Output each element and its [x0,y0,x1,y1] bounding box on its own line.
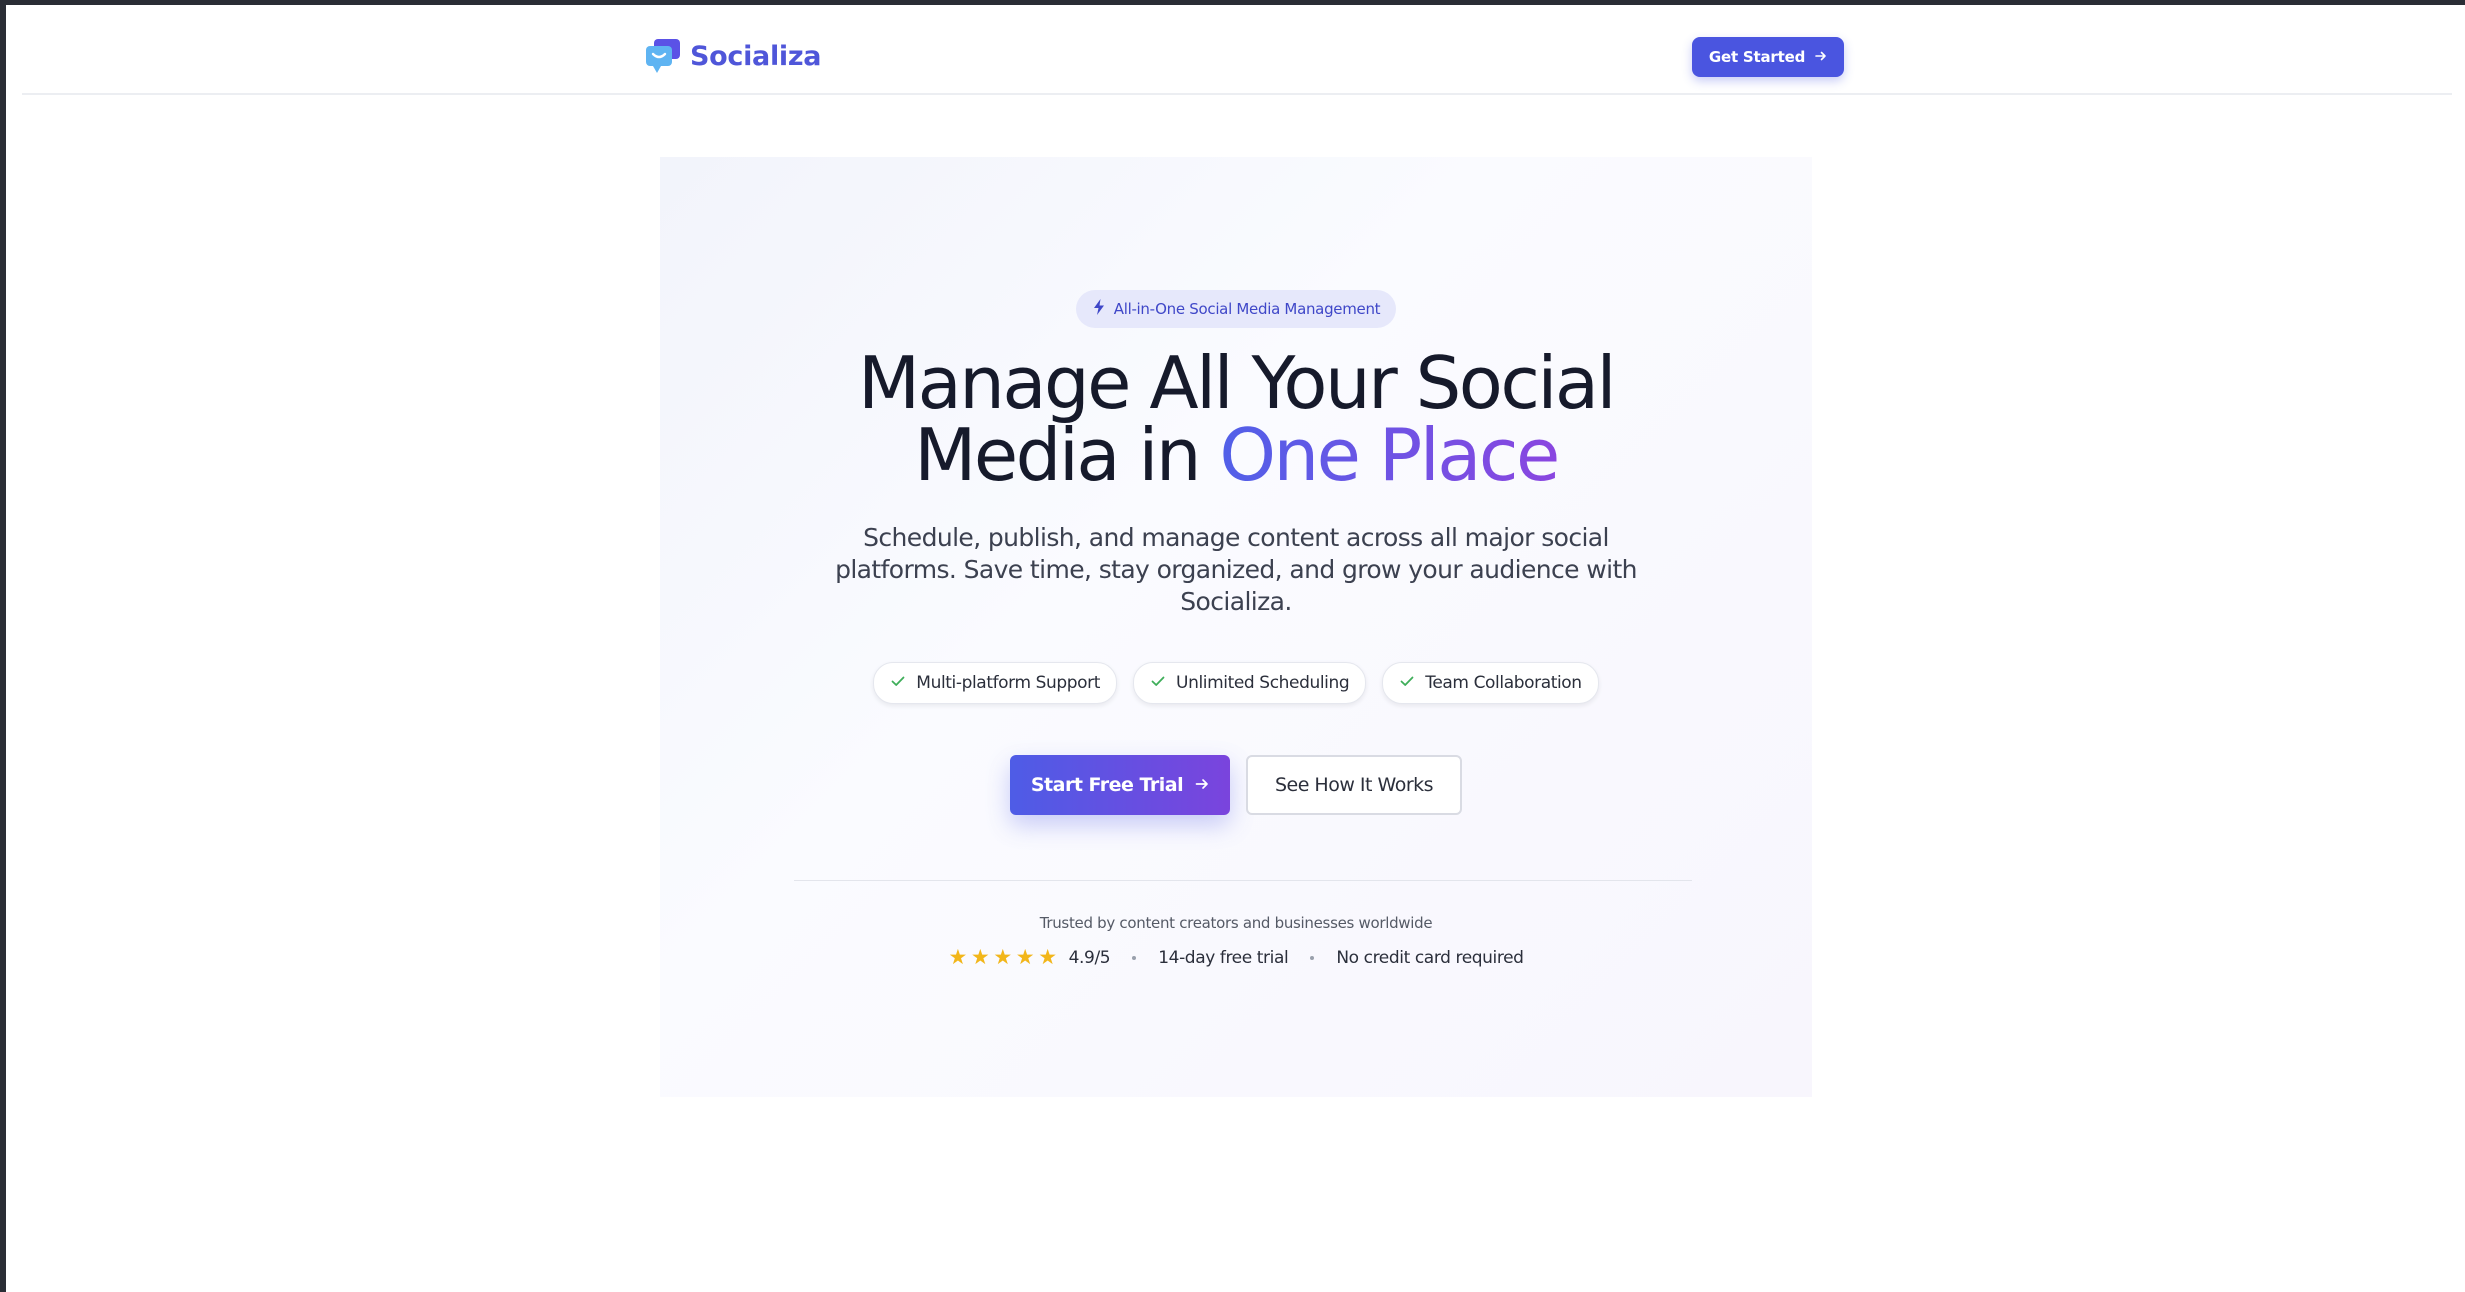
arrow-right-icon [1195,774,1209,796]
see-how-it-works-button[interactable]: See How It Works [1246,755,1462,815]
chat-bubbles-icon [644,37,682,75]
no-card-text: No credit card required [1336,947,1524,968]
feature-label: Unlimited Scheduling [1176,673,1350,693]
browser-viewport: Socializa Get Started All-in-One Social … [6,5,2465,1292]
star-icon: ★ [970,945,990,969]
hero-subtext: Schedule, publish, and manage content ac… [835,523,1637,616]
check-icon [890,673,906,694]
feature-chip: Unlimited Scheduling [1133,662,1367,704]
trust-stats: ★ ★ ★ ★ ★ 4.9/5 14-day free trial No cre… [660,947,1812,968]
feature-chip: Team Collaboration [1382,662,1599,704]
start-free-trial-button[interactable]: Start Free Trial [1010,755,1230,815]
section-divider [794,880,1692,881]
separator-dot [1310,955,1315,960]
feature-label: Multi-platform Support [916,673,1101,693]
hero-badge: All-in-One Social Media Management [1076,290,1396,328]
rating-stars: ★ ★ ★ ★ ★ [948,945,1057,969]
start-free-trial-label: Start Free Trial [1030,774,1184,796]
check-icon [1150,673,1166,694]
hero-section: All-in-One Social Media Management Manag… [660,157,1812,1097]
hero-badge-text: All-in-One Social Media Management [1113,300,1381,318]
lightning-icon [1092,298,1106,320]
check-icon [1399,673,1415,694]
feature-label: Team Collaboration [1425,673,1582,693]
brand-logo[interactable]: Socializa [644,37,822,75]
separator-dot [1132,955,1137,960]
feature-chip: Multi-platform Support [873,662,1118,704]
get-started-button[interactable]: Get Started [1692,37,1844,77]
get-started-label: Get Started [1708,48,1806,66]
star-icon: ★ [1038,945,1057,969]
brand-name: Socializa [690,40,822,72]
see-how-it-works-label: See How It Works [1274,774,1434,796]
feature-chips: Multi-platform Support Unlimited Schedul… [660,662,1812,704]
trusted-text: Trusted by content creators and business… [1039,914,1433,932]
headline-accent: One Place [1219,413,1560,497]
trial-text: 14-day free trial [1158,947,1289,968]
arrow-right-icon [1815,48,1827,66]
star-icon: ★ [993,945,1012,969]
rating-value: 4.9/5 [1068,947,1111,968]
star-icon: ★ [1015,945,1035,969]
star-icon: ★ [948,945,967,969]
headline-line2-prefix: Media in [914,413,1220,497]
site-header: Socializa Get Started [22,5,2452,95]
cta-buttons: Start Free Trial See How It Works [660,755,1812,815]
hero-headline: Manage All Your Social Media in One Plac… [660,347,1812,491]
